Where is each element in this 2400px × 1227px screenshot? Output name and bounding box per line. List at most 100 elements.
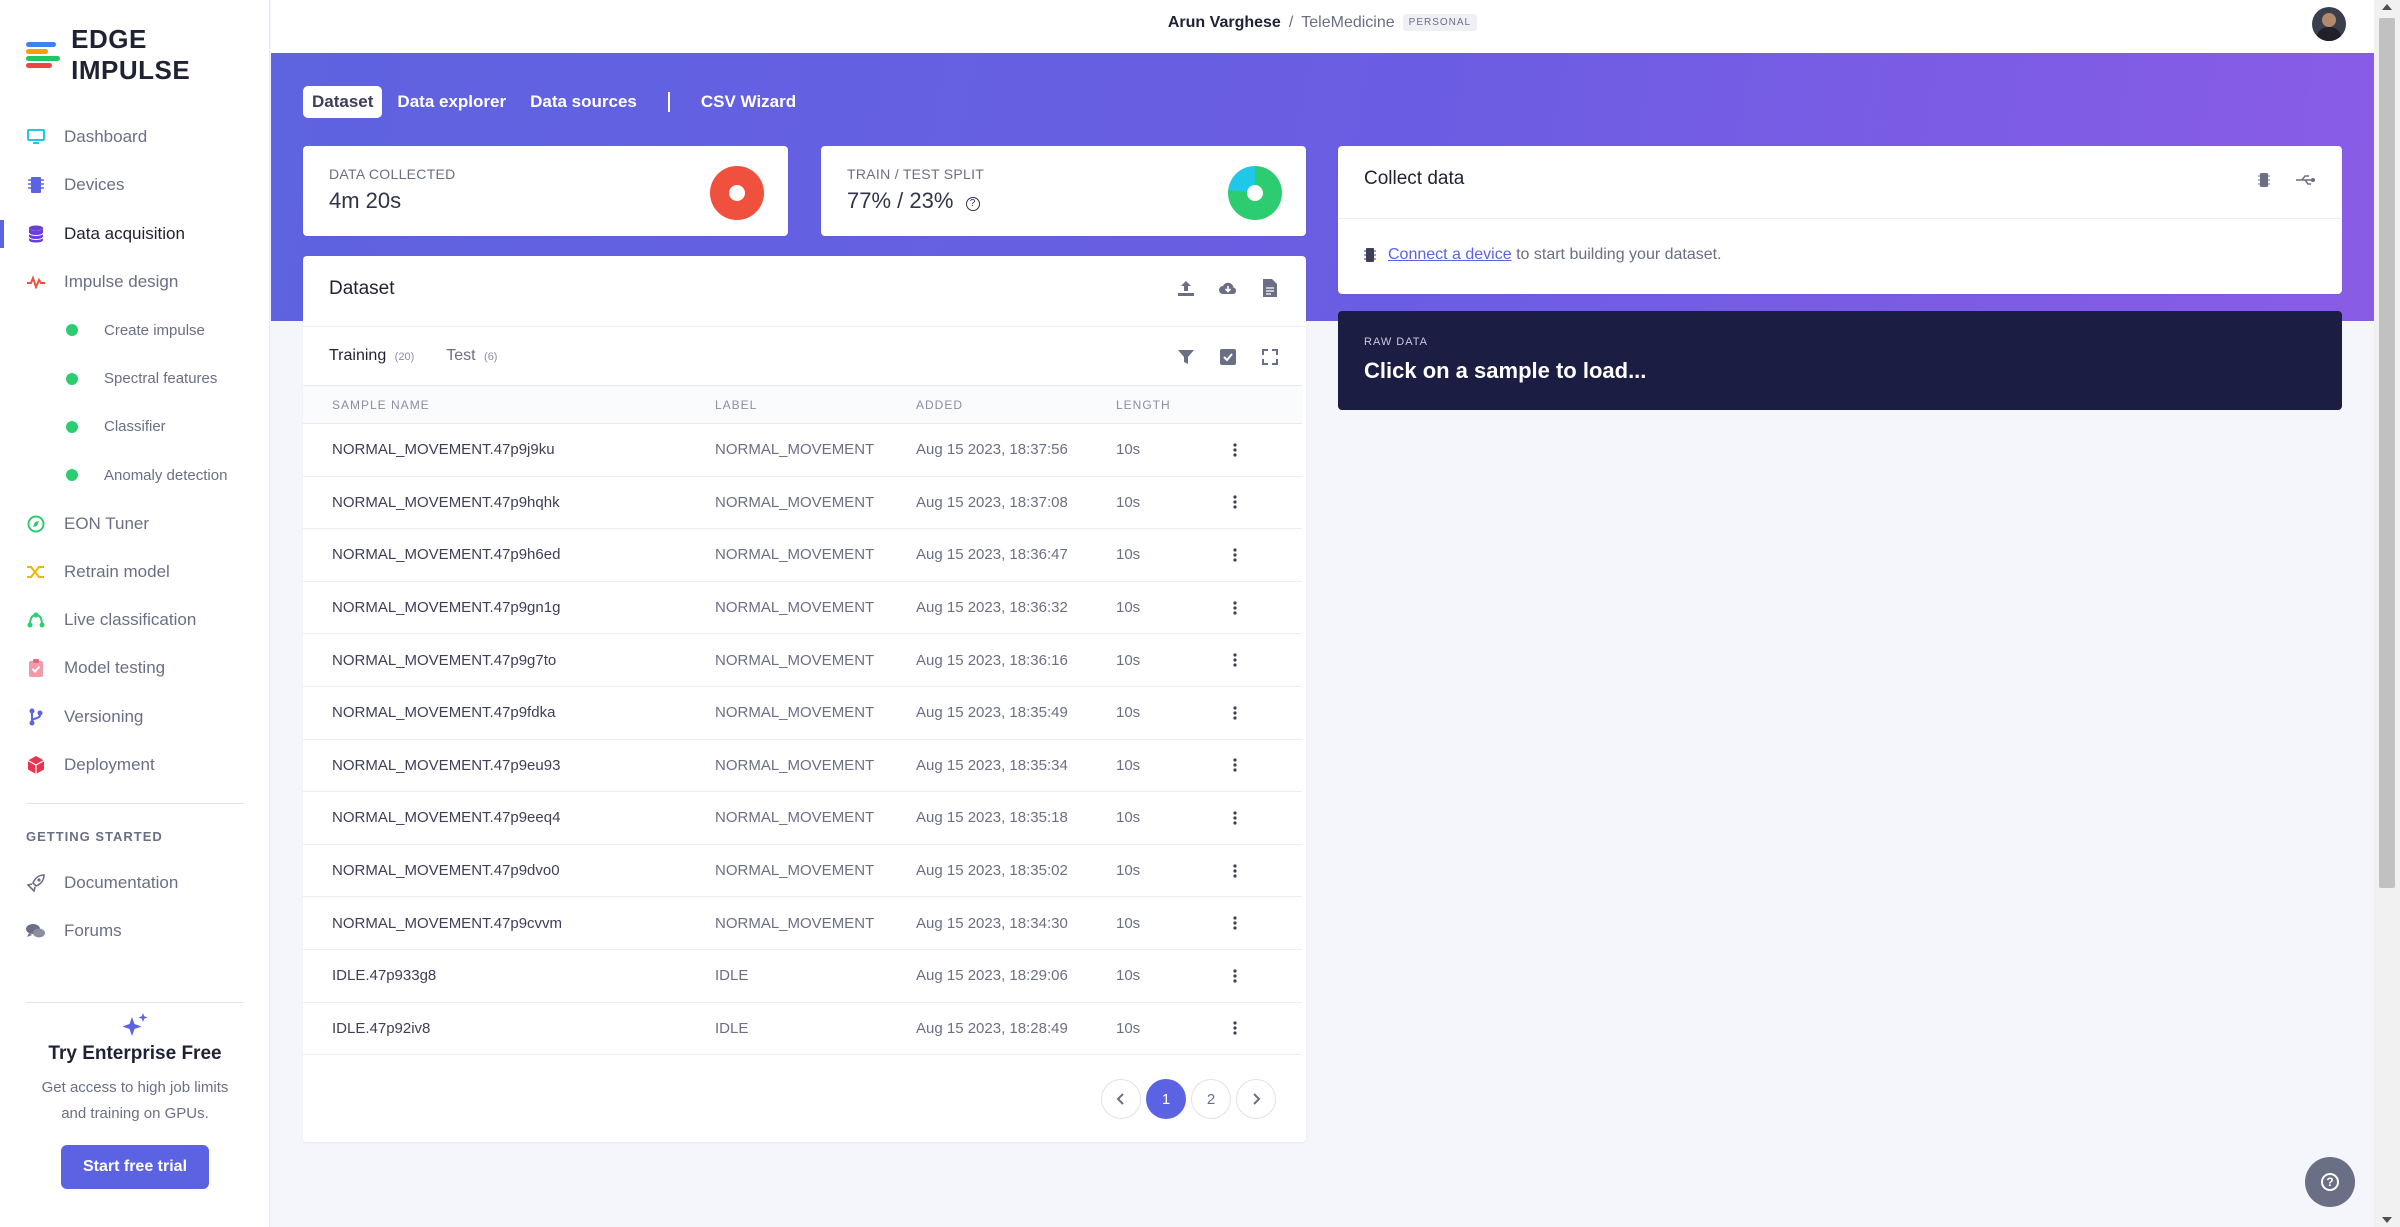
- sidebar-item-impulse-design[interactable]: Impulse design: [0, 258, 270, 306]
- column-header[interactable]: LENGTH: [1116, 385, 1226, 424]
- connect-device-text: to start building your dataset.: [1511, 246, 1722, 263]
- tab-data-sources[interactable]: Data sources: [521, 86, 646, 118]
- sidebar-item-model-testing[interactable]: Model testing: [0, 644, 270, 692]
- tab-csv-wizard[interactable]: CSV Wizard: [692, 86, 805, 118]
- column-header[interactable]: SAMPLE NAME: [303, 385, 715, 424]
- sample-name-cell: NORMAL_MOVEMENT.47p9dvo0: [303, 844, 715, 898]
- table-row[interactable]: IDLE.47p933g8 IDLE Aug 15 2023, 18:29:06 10…: [303, 949, 1302, 1003]
- kebab-menu-icon[interactable]: [1226, 441, 1244, 459]
- scroll-down-arrow-icon[interactable]: [2382, 1217, 2392, 1223]
- avatar[interactable]: [2312, 7, 2346, 41]
- breadcrumb-project[interactable]: TeleMedicine: [1301, 14, 1394, 31]
- expand-icon[interactable]: [1260, 347, 1280, 367]
- help-circle-icon[interactable]: ?: [965, 197, 980, 211]
- sidebar-subitem-anomaly-detection[interactable]: Anomaly detection: [0, 451, 270, 499]
- sample-length-cell: 10s: [1116, 1002, 1226, 1056]
- kebab-menu-icon[interactable]: [1226, 809, 1244, 827]
- tab-data-explorer[interactable]: Data explorer: [388, 86, 515, 118]
- subtab-test[interactable]: Test (6): [446, 347, 497, 365]
- sidebar-item-documentation[interactable]: Documentation: [0, 859, 270, 907]
- enterprise-promo: Try Enterprise Free Get access to high j…: [0, 1005, 270, 1189]
- page-2-button[interactable]: 2: [1191, 1079, 1231, 1119]
- help-button[interactable]: ?: [2305, 1157, 2355, 1207]
- upload-icon[interactable]: [1176, 278, 1196, 298]
- table-row[interactable]: NORMAL_MOVEMENT.47p9h6ed NORMAL_MOVEMENT A…: [303, 528, 1302, 582]
- kebab-menu-icon[interactable]: [1226, 914, 1244, 932]
- filter-icon[interactable]: [1176, 347, 1196, 367]
- kebab-menu-icon[interactable]: [1226, 493, 1244, 511]
- collect-data-actions: [2254, 170, 2316, 190]
- table-row[interactable]: NORMAL_MOVEMENT.47p9j9ku NORMAL_MOVEMENT A…: [303, 423, 1302, 477]
- sample-name-cell: NORMAL_MOVEMENT.47p9g7to: [303, 633, 715, 687]
- sample-label-cell: NORMAL_MOVEMENT: [715, 633, 916, 687]
- table-row[interactable]: NORMAL_MOVEMENT.47p9cvvm NORMAL_MOVEMENT A…: [303, 896, 1302, 950]
- page-1-button[interactable]: 1: [1146, 1079, 1186, 1119]
- sidebar-subitem-classifier[interactable]: Classifier: [0, 403, 270, 451]
- table-row[interactable]: NORMAL_MOVEMENT.47p9gn1g NORMAL_MOVEMENT A…: [303, 581, 1302, 635]
- next-page-button[interactable]: [1236, 1079, 1276, 1119]
- scrollbar-thumb[interactable]: [2379, 18, 2395, 888]
- sidebar-subitem-spectral-features[interactable]: Spectral features: [0, 354, 270, 402]
- prev-page-button[interactable]: [1101, 1079, 1141, 1119]
- sidebar-item-label: Live classification: [64, 610, 197, 630]
- page-scrollbar[interactable]: [2374, 0, 2400, 1227]
- logo[interactable]: EDGE IMPULSE: [26, 24, 269, 86]
- file-icon[interactable]: [1260, 278, 1280, 298]
- table-row[interactable]: NORMAL_MOVEMENT.47p9eu93 NORMAL_MOVEMENT A…: [303, 739, 1302, 793]
- sidebar-item-devices[interactable]: Devices: [0, 161, 270, 209]
- chip-icon[interactable]: [2254, 170, 2274, 190]
- connect-device-link[interactable]: Connect a device: [1388, 246, 1512, 264]
- breadcrumb-user[interactable]: Arun Varghese: [1168, 14, 1281, 31]
- usb-icon[interactable]: [2296, 170, 2316, 190]
- sample-added-cell: Aug 15 2023, 18:34:30: [916, 896, 1116, 950]
- raw-data-panel: RAW DATA Click on a sample to load...: [1338, 311, 2342, 410]
- sidebar-subitem-create-impulse[interactable]: Create impulse: [0, 306, 270, 354]
- shuffle-icon: [26, 562, 46, 582]
- sample-label-cell: IDLE: [715, 949, 916, 1003]
- kebab-menu-icon[interactable]: [1226, 1019, 1244, 1037]
- sample-added-cell: Aug 15 2023, 18:36:47: [916, 528, 1116, 582]
- kebab-menu-icon[interactable]: [1226, 546, 1244, 564]
- table-row[interactable]: NORMAL_MOVEMENT.47p9eeq4 NORMAL_MOVEMENT A…: [303, 791, 1302, 845]
- branch-icon: [26, 707, 46, 727]
- start-free-trial-button[interactable]: Start free trial: [60, 1145, 210, 1189]
- table-row[interactable]: NORMAL_MOVEMENT.47p9fdka NORMAL_MOVEMENT A…: [303, 686, 1302, 740]
- table-row[interactable]: NORMAL_MOVEMENT.47p9dvo0 NORMAL_MOVEMENT A…: [303, 844, 1302, 898]
- kebab-menu-icon[interactable]: [1226, 704, 1244, 722]
- row-actions-cell: [1226, 1002, 1302, 1056]
- table-row[interactable]: IDLE.47p92iv8 IDLE Aug 15 2023, 18:28:49 10…: [303, 1002, 1302, 1056]
- scroll-up-arrow-icon[interactable]: [2382, 4, 2392, 10]
- kebab-menu-icon[interactable]: [1226, 756, 1244, 774]
- data-collected-label: DATA COLLECTED: [329, 166, 456, 182]
- data-collected-value: 4m 20s: [329, 188, 402, 213]
- tab-dataset[interactable]: Dataset: [303, 86, 383, 118]
- kebab-menu-icon[interactable]: [1226, 862, 1244, 880]
- table-row[interactable]: NORMAL_MOVEMENT.47p9g7to NORMAL_MOVEMENT A…: [303, 633, 1302, 687]
- sidebar-divider: [26, 1002, 244, 1003]
- sample-name-cell: NORMAL_MOVEMENT.47p9hqhk: [303, 476, 715, 530]
- row-actions-cell: [1226, 476, 1302, 530]
- checkbox-select-icon[interactable]: [1218, 347, 1238, 367]
- sidebar-item-data-acquisition[interactable]: Data acquisition: [0, 210, 270, 258]
- column-header[interactable]: ADDED: [916, 385, 1116, 424]
- table-row[interactable]: NORMAL_MOVEMENT.47p9hqhk NORMAL_MOVEMENT A…: [303, 476, 1302, 530]
- kebab-menu-icon[interactable]: [1226, 967, 1244, 985]
- sidebar-item-eon-tuner[interactable]: EON Tuner: [0, 499, 270, 547]
- sidebar-item-deployment[interactable]: Deployment: [0, 741, 270, 789]
- row-actions-cell: [1226, 739, 1302, 793]
- sidebar-item-live-classification[interactable]: Live classification: [0, 596, 270, 644]
- sidebar-item-forums[interactable]: Forums: [0, 907, 270, 955]
- subtab-training[interactable]: Training (20): [329, 347, 414, 365]
- sidebar-item-versioning[interactable]: Versioning: [0, 693, 270, 741]
- cloud-download-icon[interactable]: [1218, 278, 1238, 298]
- column-header[interactable]: LABEL: [715, 385, 916, 424]
- chat-icon: [26, 921, 46, 941]
- dataset-card: Dataset Training (20) Test (6) SAMPLE NA…: [303, 256, 1306, 1142]
- status-dot-icon: [66, 420, 78, 433]
- kebab-menu-icon[interactable]: [1226, 651, 1244, 669]
- sidebar-item-dashboard[interactable]: Dashboard: [0, 113, 270, 161]
- sample-length-cell: 10s: [1116, 423, 1226, 477]
- raw-data-label: RAW DATA: [1364, 336, 1429, 348]
- kebab-menu-icon[interactable]: [1226, 599, 1244, 617]
- sidebar-item-retrain-model[interactable]: Retrain model: [0, 548, 270, 596]
